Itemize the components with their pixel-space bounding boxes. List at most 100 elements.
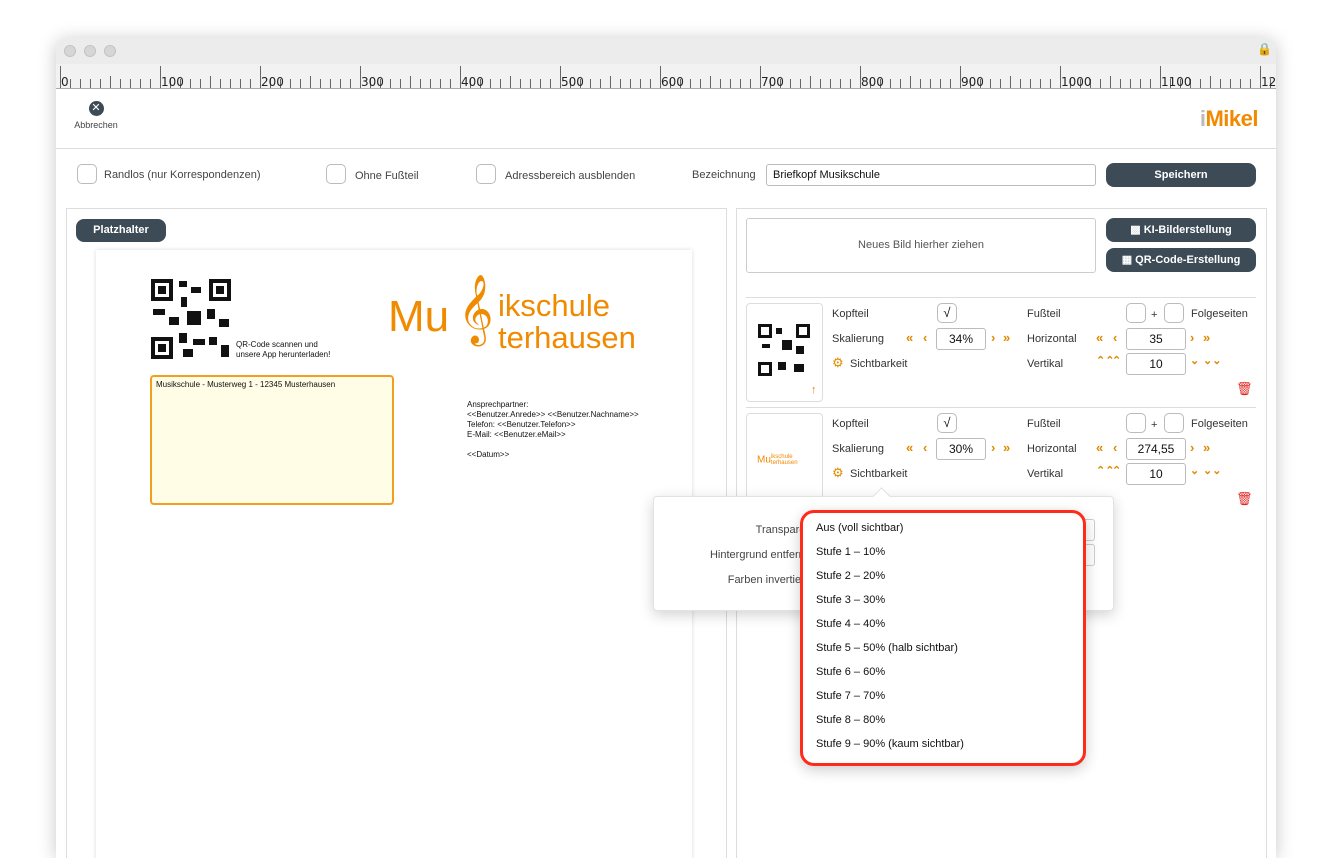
scale-up-icon[interactable]: › bbox=[991, 440, 995, 455]
transparency-dropdown[interactable]: Aus (voll sichtbar) Stufe 1 – 10% Stufe 2 … bbox=[800, 510, 1086, 766]
kopfteil-checkbox[interactable]: √ bbox=[937, 303, 957, 323]
ruler-label: 300 bbox=[361, 75, 384, 89]
adressbereich-checkbox[interactable] bbox=[476, 164, 496, 184]
ruler-tick bbox=[440, 79, 441, 88]
qr-code-image[interactable] bbox=[151, 279, 231, 359]
ruler-tick bbox=[1030, 79, 1031, 88]
ohne-fussteil-checkbox[interactable] bbox=[326, 164, 346, 184]
ruler-tick bbox=[520, 79, 521, 88]
bezeichnung-input[interactable]: Briefkopf Musikschule bbox=[766, 164, 1096, 186]
sichtbarkeit-label[interactable]: Sichtbarkeit bbox=[850, 358, 907, 370]
ruler-tick bbox=[840, 79, 841, 88]
ruler-tick bbox=[320, 79, 321, 88]
right-fast-icon[interactable]: » bbox=[1203, 440, 1210, 455]
ruler-tick bbox=[1000, 79, 1001, 88]
down-icon[interactable]: ⌄ bbox=[1190, 354, 1199, 367]
image-dropzone[interactable]: Neues Bild hierher ziehen bbox=[746, 218, 1096, 273]
dropdown-option[interactable]: Stufe 3 – 30% bbox=[816, 594, 885, 606]
scale-input[interactable]: 30% bbox=[936, 438, 986, 460]
dropdown-option[interactable]: Aus (voll sichtbar) bbox=[816, 522, 903, 534]
ruler-tick bbox=[510, 76, 511, 88]
ruler-tick bbox=[350, 79, 351, 88]
qr-code-erstellung-button[interactable]: ▦ QR-Code-Erstellung bbox=[1106, 248, 1256, 272]
gear-icon[interactable]: ⚙ bbox=[832, 355, 844, 371]
dropdown-option[interactable]: Stufe 7 – 70% bbox=[816, 690, 885, 702]
down-icon[interactable]: ⌄ bbox=[1190, 464, 1199, 477]
ruler-label: 700 bbox=[761, 75, 784, 89]
cancel-button[interactable]: ✕ Abbrechen bbox=[70, 101, 122, 130]
ruler-tick bbox=[890, 79, 891, 88]
scale-up-fast-icon[interactable]: » bbox=[1003, 440, 1010, 455]
trash-icon[interactable]: 🗑 bbox=[1236, 491, 1253, 507]
musikschule-logo[interactable]: Mu 𝄞 ikschule terhausen bbox=[388, 274, 678, 370]
fussteil-checkbox[interactable] bbox=[1126, 413, 1146, 433]
minimize-window-button[interactable] bbox=[84, 45, 96, 57]
scale-up-icon[interactable]: › bbox=[991, 330, 995, 345]
treble-clef-icon: 𝄞 bbox=[458, 274, 494, 344]
trash-icon[interactable]: 🗑 bbox=[1236, 381, 1253, 397]
scale-up-fast-icon[interactable]: » bbox=[1003, 330, 1010, 345]
platzhalter-button[interactable]: Platzhalter bbox=[76, 219, 166, 242]
dropdown-option[interactable]: Stufe 2 – 20% bbox=[816, 570, 885, 582]
right-icon[interactable]: › bbox=[1190, 440, 1194, 455]
ruler-tick bbox=[620, 79, 621, 88]
scale-input[interactable]: 34% bbox=[936, 328, 986, 350]
logo-thumbnail: Muikschule terhausen bbox=[757, 454, 798, 466]
vertikal-input[interactable]: 10 bbox=[1126, 463, 1186, 485]
fussteil-checkbox[interactable] bbox=[1126, 303, 1146, 323]
dropdown-option[interactable]: Stufe 4 – 40% bbox=[816, 618, 885, 630]
ruler-tick bbox=[790, 79, 791, 88]
kopfteil-checkbox[interactable]: √ bbox=[937, 413, 957, 433]
skalierung-label: Skalierung bbox=[832, 333, 884, 345]
scale-down-icon[interactable]: ‹ bbox=[923, 440, 927, 455]
scale-down-fast-icon[interactable]: « bbox=[906, 440, 913, 455]
sichtbarkeit-label[interactable]: Sichtbarkeit bbox=[850, 468, 907, 480]
adressbereich-label: Adressbereich ausblenden bbox=[505, 170, 636, 182]
ruler-tick bbox=[450, 79, 451, 88]
right-icon[interactable]: › bbox=[1190, 330, 1194, 345]
ruler-tick bbox=[830, 79, 831, 88]
dropdown-option[interactable]: Stufe 5 – 50% (halb sichtbar) bbox=[816, 642, 958, 654]
gear-icon[interactable]: ⚙ bbox=[832, 465, 844, 481]
dropdown-option[interactable]: Stufe 1 – 10% bbox=[816, 546, 885, 558]
contact-block: Ansprechpartner: <<Benutzer.Anrede>> <<Be… bbox=[467, 400, 639, 460]
up-icon[interactable]: ⌃ bbox=[1112, 354, 1121, 367]
ruler-tick bbox=[80, 79, 81, 88]
down-fast-icon[interactable]: ⌄⌄ bbox=[1203, 354, 1221, 367]
ruler-tick bbox=[1020, 79, 1021, 88]
image-thumbnail-qr[interactable]: ↑ bbox=[746, 303, 823, 402]
left-fast-icon[interactable]: « bbox=[1096, 330, 1103, 345]
dropdown-option[interactable]: Stufe 8 – 80% bbox=[816, 714, 885, 726]
save-button[interactable]: Speichern bbox=[1106, 163, 1256, 187]
randlos-checkbox[interactable] bbox=[77, 164, 97, 184]
dropdown-option[interactable]: Stufe 6 – 60% bbox=[816, 666, 885, 678]
ruler-label: 600 bbox=[661, 75, 684, 89]
vertikal-input[interactable]: 10 bbox=[1126, 353, 1186, 375]
horizontal-label: Horizontal bbox=[1027, 443, 1077, 455]
ruler-tick bbox=[150, 79, 151, 88]
down-fast-icon[interactable]: ⌄⌄ bbox=[1203, 464, 1221, 477]
contact-line: Telefon: <<Benutzer.Telefon>> bbox=[467, 420, 576, 429]
horizontal-input[interactable]: 274,55 bbox=[1126, 438, 1186, 460]
ruler-tick bbox=[1200, 79, 1201, 88]
ruler-tick bbox=[920, 79, 921, 88]
close-window-button[interactable] bbox=[64, 45, 76, 57]
address-field[interactable]: Musikschule - Musterweg 1 - 12345 Muster… bbox=[150, 375, 394, 505]
left-fast-icon[interactable]: « bbox=[1096, 440, 1103, 455]
scale-down-icon[interactable]: ‹ bbox=[923, 330, 927, 345]
folgeseiten-checkbox[interactable] bbox=[1164, 303, 1184, 323]
right-fast-icon[interactable]: » bbox=[1203, 330, 1210, 345]
scale-down-fast-icon[interactable]: « bbox=[906, 330, 913, 345]
horizontal-input[interactable]: 35 bbox=[1126, 328, 1186, 350]
up-icon[interactable]: ⌃ bbox=[1112, 464, 1121, 477]
dropdown-option[interactable]: Stufe 9 – 90% (kaum sichtbar) bbox=[816, 738, 964, 750]
zoom-window-button[interactable] bbox=[104, 45, 116, 57]
ruler-tick bbox=[710, 76, 711, 88]
ruler-tick bbox=[930, 79, 931, 88]
arrow-up-icon: ↑ bbox=[811, 384, 817, 396]
ki-bilderstellung-button[interactable]: ▩ KI-Bilderstellung bbox=[1106, 218, 1256, 242]
left-icon[interactable]: ‹ bbox=[1113, 440, 1117, 455]
ruler-tick bbox=[200, 79, 201, 88]
folgeseiten-checkbox[interactable] bbox=[1164, 413, 1184, 433]
left-icon[interactable]: ‹ bbox=[1113, 330, 1117, 345]
